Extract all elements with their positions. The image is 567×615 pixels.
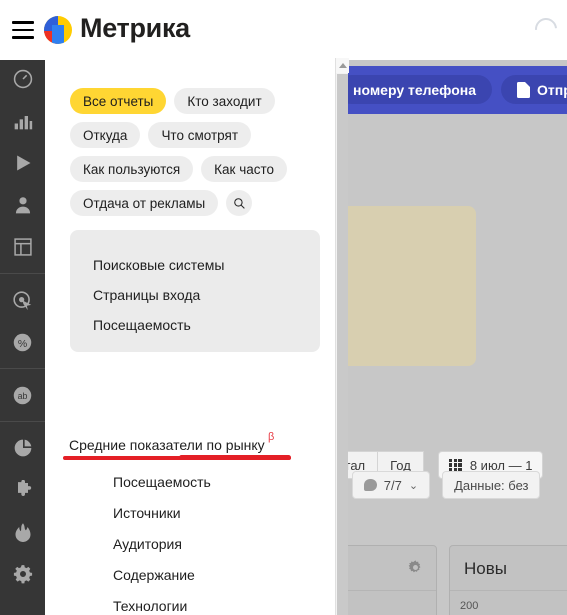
chip-ad-returns[interactable]: Отдача от рекламы [70, 190, 219, 216]
rail-divider-1 [0, 273, 45, 274]
widget-b-title: Новы [464, 559, 507, 578]
widget-new-users-chart[interactable]: Новы 200 [449, 545, 567, 615]
sidebar-item-integrations[interactable] [0, 469, 45, 511]
promo-send-pill[interactable]: Отпр [501, 75, 567, 104]
target-cursor-icon [13, 290, 32, 310]
nav-label: Источники [113, 504, 181, 521]
chip-all-reports[interactable]: Все отчеты [70, 88, 167, 114]
chip-from-where[interactable]: Откуда [70, 122, 141, 148]
chip-row: Отдача от рекламы [70, 190, 320, 216]
ab-circle-icon: ab [13, 386, 32, 404]
sidebar-item-page-analysis[interactable] [0, 226, 45, 268]
report-nav-list: Посещаемость Источники Аудитория Содержа… [45, 466, 335, 615]
person-icon [15, 197, 30, 214]
layout-icon [13, 238, 32, 256]
chip-what-they-watch[interactable]: Что смотрят [148, 122, 252, 148]
comments-count: 7/7 [383, 477, 402, 493]
data-accuracy-label: Данные: без [454, 477, 529, 493]
hamburger-menu-icon[interactable] [10, 20, 36, 40]
chip-row: Как пользуются Как часто [70, 156, 320, 182]
rail-divider-2 [0, 368, 45, 369]
chip-how-they-use[interactable]: Как пользуются [70, 156, 194, 182]
nav-label: Аудитория [113, 535, 182, 552]
suggestion-search-engines[interactable]: Поисковые системы [93, 257, 224, 273]
nav-label: Содержание [113, 566, 195, 583]
pie-chart-icon [14, 439, 31, 457]
sidebar-item-traffic[interactable]: Посещаемость [45, 466, 335, 497]
nav-label: Технологии [113, 597, 188, 614]
flame-icon [15, 523, 30, 542]
percent-circle-icon: % [13, 333, 32, 351]
suggestion-traffic[interactable]: Посещаемость [93, 317, 191, 333]
comments-dropdown[interactable]: 7/7 ⌄ [351, 471, 431, 499]
market-averages-label: Средние показатели по рынку [69, 437, 265, 453]
app-root: номеру телефона Отпр вашего ией Квартал … [0, 0, 567, 615]
sidebar-item-sources[interactable]: Источники [45, 497, 335, 528]
suggestion-landing-pages[interactable]: Страницы входа [93, 287, 200, 303]
speedometer-icon [13, 69, 32, 89]
gear-icon [13, 565, 32, 584]
chip-who-visits[interactable]: Кто заходит [174, 88, 275, 114]
sidebar-item-dashboard[interactable] [0, 58, 45, 100]
data-accuracy-button[interactable]: Данные: без [442, 471, 541, 499]
sidebar-item-audience[interactable] [0, 184, 45, 226]
sidebar-item-technologies[interactable]: Технологии [45, 590, 335, 615]
sidebar-item-settings[interactable] [0, 553, 45, 595]
chip-row: Все отчеты Кто заходит [70, 88, 320, 114]
scroll-up-arrow-icon[interactable] [336, 58, 349, 73]
page-title: Метрика [80, 13, 190, 43]
report-filter-chips: Все отчеты Кто заходит Откуда Что смотря… [70, 88, 320, 224]
scrollbar-thumb[interactable] [337, 74, 348, 615]
promo-phone-pill[interactable]: номеру телефона [337, 75, 493, 104]
chip-how-often[interactable]: Как часто [201, 156, 288, 182]
rail-divider-3 [0, 421, 45, 422]
gear-icon[interactable] [407, 559, 424, 576]
document-icon [517, 81, 530, 98]
play-icon [16, 155, 30, 171]
widget-b-axis-label: 200 [460, 600, 479, 612]
nav-label: Посещаемость [113, 473, 211, 490]
comment-bubble-icon [363, 479, 377, 491]
sidebar-item-ab-testing[interactable]: ab [0, 374, 45, 416]
sidebar-item-audience[interactable]: Аудитория [45, 528, 335, 559]
left-icon-rail: % ab [0, 58, 45, 615]
sidebar-item-content[interactable]: Содержание [45, 559, 335, 590]
search-icon[interactable] [226, 190, 253, 216]
metrika-logo-icon [44, 16, 72, 44]
promo-banner: номеру телефона Отпр [337, 66, 567, 114]
promo-phone-label: номеру телефона [353, 81, 477, 98]
bar-chart-icon [14, 116, 32, 130]
nav-item-market-averages[interactable]: Средние показатели по рынку β [69, 431, 274, 455]
chip-row: Откуда Что смотрят [70, 122, 320, 148]
chevron-down-icon: ⌄ [408, 479, 419, 492]
annotation-underline-thick [179, 455, 291, 460]
vertical-scrollbar[interactable] [335, 58, 349, 615]
svg-text:ab: ab [18, 391, 28, 401]
calendar-icon [448, 458, 462, 472]
svg-text:%: % [18, 337, 27, 349]
sidebar-item-heatmap[interactable] [0, 511, 45, 553]
sidebar-item-goals[interactable] [0, 279, 45, 321]
suggestions-panel: Поисковые системы Страницы входа Посещае… [70, 230, 320, 352]
sidebar-item-conversions[interactable]: % [0, 321, 45, 363]
reports-overlay-panel: Все отчеты Кто заходит Откуда Что смотря… [45, 58, 335, 615]
sidebar-item-webvisor[interactable] [0, 142, 45, 184]
top-bar: Метрика [0, 0, 567, 60]
widget-b-header: Новы [450, 546, 567, 591]
sidebar-item-reports[interactable] [0, 100, 45, 142]
sync-icon[interactable] [530, 13, 562, 45]
promo-send-label: Отпр [537, 81, 567, 98]
beta-badge: β [268, 431, 275, 443]
puzzle-icon [17, 480, 31, 496]
sidebar-item-segments[interactable] [0, 427, 45, 469]
